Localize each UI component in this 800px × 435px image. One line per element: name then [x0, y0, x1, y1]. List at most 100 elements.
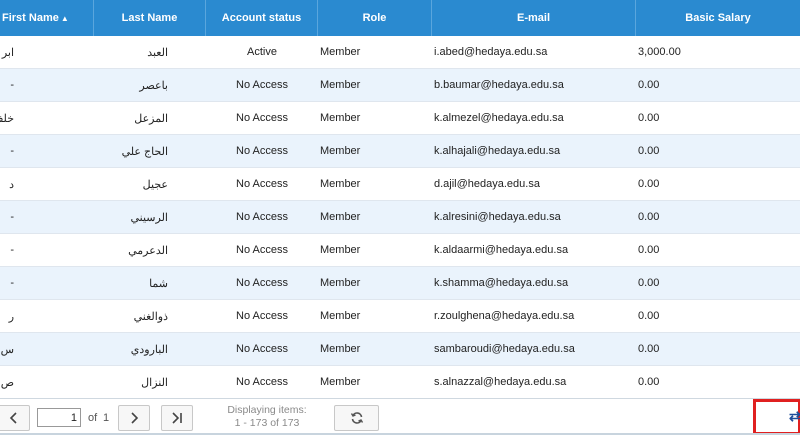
sort-ascending-icon: ▲	[60, 13, 69, 23]
last-name-cell: العبد	[147, 46, 168, 59]
column-header-role[interactable]: Role	[318, 0, 432, 36]
salary-cell: 0.00	[638, 178, 660, 190]
salary-cell: 0.00	[638, 277, 660, 289]
chevron-last-icon	[172, 412, 182, 424]
displaying-range: 1 - 173 of 173	[234, 417, 300, 429]
last-name-cell: الدعرمي	[128, 244, 168, 257]
table-row[interactable]: س البارودي No Access Member sambaroudi@h…	[0, 333, 800, 366]
chevron-right-icon	[131, 412, 139, 424]
refresh-icon	[350, 412, 363, 424]
refresh-button[interactable]	[334, 405, 379, 431]
previous-page-button[interactable]	[0, 405, 30, 431]
export-icon[interactable]: ⇄	[789, 408, 800, 425]
last-name-cell: المزعل	[134, 112, 168, 125]
salary-cell: 0.00	[638, 310, 660, 322]
column-label: Role	[362, 12, 387, 24]
column-header-first-name[interactable]: First Name ▲	[0, 0, 94, 36]
salary-cell: 0.00	[638, 79, 660, 91]
first-name-cell: خلف ر	[0, 112, 14, 125]
role-cell: Member	[320, 277, 361, 289]
table-row[interactable]: - الدعرمي No Access Member k.aldaarmi@he…	[0, 234, 800, 267]
role-cell: Member	[320, 343, 361, 355]
next-page-button[interactable]	[118, 405, 150, 431]
salary-cell: 3,000.00	[638, 46, 681, 58]
account-status-cell: No Access	[236, 145, 288, 157]
role-cell: Member	[320, 310, 361, 322]
pager-bar: of 1 Displaying items: 1 - 173 of 173	[0, 398, 800, 435]
account-status-cell: No Access	[236, 310, 288, 322]
column-header-email[interactable]: E-mail	[432, 0, 636, 36]
last-page-button[interactable]	[161, 405, 193, 431]
salary-cell: 0.00	[638, 211, 660, 223]
column-header-last-name[interactable]: Last Name	[94, 0, 206, 36]
first-name-cell: د	[9, 178, 14, 191]
account-status-cell: No Access	[236, 343, 288, 355]
first-name-cell: ص	[0, 376, 14, 389]
role-cell: Member	[320, 244, 361, 256]
role-cell: Member	[320, 178, 361, 190]
salary-cell: 0.00	[638, 343, 660, 355]
table-row[interactable]: - الرسيني No Access Member k.alresini@he…	[0, 201, 800, 234]
account-status-cell: No Access	[236, 244, 288, 256]
email-cell: k.alhajali@hedaya.edu.sa	[434, 145, 561, 157]
salary-cell: 0.00	[638, 244, 660, 256]
first-name-cell: -	[10, 277, 14, 289]
column-label: First Name	[2, 12, 59, 24]
account-status-cell: No Access	[236, 277, 288, 289]
last-name-cell: باعصر	[139, 79, 168, 92]
last-name-cell: الرسيني	[130, 211, 168, 224]
first-name-cell: ابر	[1, 46, 14, 59]
column-header-basic-salary[interactable]: Basic Salary	[636, 0, 800, 36]
last-name-cell: الحاج علي	[121, 145, 168, 158]
email-cell: sambaroudi@hedaya.edu.sa	[434, 343, 575, 355]
displaying-label: Displaying items:	[227, 404, 307, 416]
first-name-cell: ر	[8, 310, 14, 323]
email-cell: k.aldaarmi@hedaya.edu.sa	[434, 244, 569, 256]
account-status-cell: No Access	[236, 211, 288, 223]
table-row[interactable]: - شما No Access Member k.shamma@hedaya.e…	[0, 267, 800, 300]
last-name-cell: شما	[149, 277, 168, 290]
email-cell: k.almezel@hedaya.edu.sa	[434, 112, 564, 124]
chevron-left-icon	[9, 412, 17, 424]
column-label: Basic Salary	[685, 12, 751, 24]
table-row[interactable]: ابر العبد Active Member i.abed@hedaya.ed…	[0, 36, 800, 69]
role-cell: Member	[320, 112, 361, 124]
users-grid: First Name ▲ Last Name Account status Ro…	[0, 0, 800, 398]
email-cell: i.abed@hedaya.edu.sa	[434, 46, 548, 58]
table-row[interactable]: ر ذوالغني No Access Member r.zoulghena@h…	[0, 300, 800, 333]
last-name-cell: النزال	[141, 376, 168, 389]
first-name-cell: -	[10, 79, 14, 91]
table-row[interactable]: - الحاج علي No Access Member k.alhajali@…	[0, 135, 800, 168]
last-name-cell: البارودي	[130, 343, 168, 356]
grid-header: First Name ▲ Last Name Account status Ro…	[0, 0, 800, 36]
highlighted-action-region[interactable]: ⇄	[753, 399, 800, 435]
email-cell: k.alresini@hedaya.edu.sa	[434, 211, 561, 223]
account-status-cell: No Access	[236, 79, 288, 91]
account-status-cell: No Access	[236, 178, 288, 190]
salary-cell: 0.00	[638, 145, 660, 157]
column-label: Last Name	[121, 12, 178, 24]
email-cell: k.shamma@hedaya.edu.sa	[434, 277, 569, 289]
salary-cell: 0.00	[638, 112, 660, 124]
email-cell: s.alnazzal@hedaya.edu.sa	[434, 376, 567, 388]
email-cell: r.zoulghena@hedaya.edu.sa	[434, 310, 575, 322]
first-name-cell: -	[10, 145, 14, 157]
table-row[interactable]: ص النزال No Access Member s.alnazzal@hed…	[0, 366, 800, 398]
of-label: of	[88, 412, 98, 424]
displaying-items-info: Displaying items: 1 - 173 of 173	[217, 404, 317, 430]
page-number-input[interactable]	[37, 408, 81, 427]
email-cell: b.baumar@hedaya.edu.sa	[434, 79, 564, 91]
role-cell: Member	[320, 79, 361, 91]
last-name-cell: ذوالغني	[133, 310, 168, 323]
account-status-cell: No Access	[236, 112, 288, 124]
column-header-account-status[interactable]: Account status	[206, 0, 318, 36]
table-row[interactable]: - باعصر No Access Member b.baumar@hedaya…	[0, 69, 800, 102]
table-row[interactable]: د عجيل No Access Member d.ajil@hedaya.ed…	[0, 168, 800, 201]
first-name-cell: -	[10, 211, 14, 223]
column-label: E-mail	[516, 12, 550, 24]
role-cell: Member	[320, 145, 361, 157]
column-label: Account status	[221, 12, 302, 24]
grid-body: ابر العبد Active Member i.abed@hedaya.ed…	[0, 36, 800, 398]
table-row[interactable]: خلف ر المزعل No Access Member k.almezel@…	[0, 102, 800, 135]
account-status-cell: Active	[247, 46, 277, 58]
